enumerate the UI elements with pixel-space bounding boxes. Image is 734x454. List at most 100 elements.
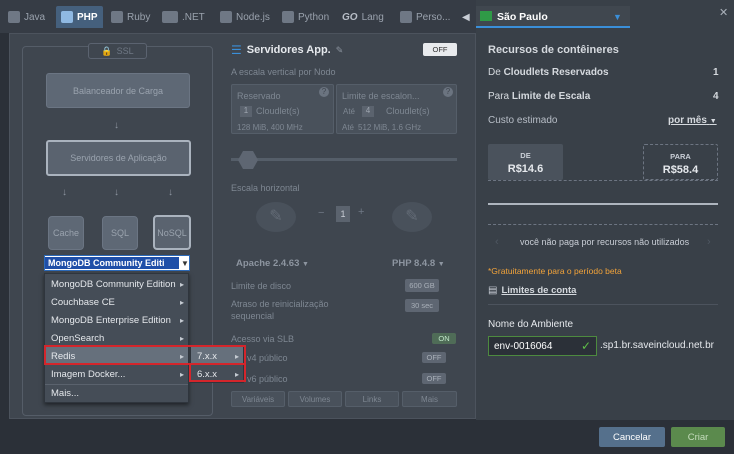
sql-node[interactable]: SQL xyxy=(102,216,138,250)
create-button[interactable]: Criar xyxy=(671,427,725,447)
tab-ruby[interactable]: Ruby xyxy=(111,6,150,28)
php-version-select[interactable]: PHP 8.4.8 ▼ xyxy=(392,258,445,269)
arrow-down-icon: ↓ xyxy=(168,187,173,198)
edit-icon[interactable]: ✎ xyxy=(336,45,344,56)
close-icon[interactable]: ✕ xyxy=(719,6,728,19)
arrow-down-icon: ↓ xyxy=(114,187,119,198)
limit-cloudlets-label: Cloudlet(s) xyxy=(386,106,430,116)
menu-item-more[interactable]: Mais... xyxy=(45,384,188,402)
cost-from-box: DE R$14.6 xyxy=(488,144,563,180)
menu-item-mongodb-enterprise[interactable]: MongoDB Enterprise Edition ▸ xyxy=(45,311,188,329)
cost-line xyxy=(488,203,718,205)
disk-limit-label: Limite de disco xyxy=(231,281,292,291)
tab-dotnet[interactable]: .NET xyxy=(162,6,205,28)
java-icon xyxy=(8,11,20,23)
reserved-cloudlets-label: Cloudlet(s) xyxy=(256,106,300,116)
feather-icon: ✎ xyxy=(256,202,296,232)
account-limits-link[interactable]: ▤ Limites de conta xyxy=(488,285,576,296)
chevron-right-icon: ▸ xyxy=(179,333,184,343)
list-icon: ☰ xyxy=(231,43,242,57)
volumes-button[interactable]: Volumes xyxy=(288,391,342,407)
ipv6-label: v6 público xyxy=(247,374,288,384)
reserved-info: 128 MiB, 400 MHz xyxy=(237,123,303,132)
disk-limit-value[interactable]: 600 GB xyxy=(405,279,439,292)
chevron-down-icon: ▼ xyxy=(709,118,717,125)
tabs-scroll-left-icon[interactable]: ◀ xyxy=(462,6,470,28)
cost-period-select[interactable]: por mês ▼ xyxy=(668,115,717,126)
config-toggle[interactable]: OFF xyxy=(423,43,457,56)
region-select[interactable]: São Paulo ▼ xyxy=(476,6,630,28)
arrow-down-icon: ↓ xyxy=(114,120,119,131)
unused-resources-note: você não paga por recursos não utilizado… xyxy=(520,237,690,247)
resources-title: Recursos de contêineres xyxy=(488,44,619,56)
ipv4-label: v4 público xyxy=(247,353,288,363)
env-domain: .sp1.br.saveincloud.net.br xyxy=(600,340,714,351)
config-title: Servidores App. xyxy=(246,44,331,56)
load-balancer-node[interactable]: Balanceador de Carga xyxy=(46,73,190,108)
config-header: ☰ Servidores App. ✎ xyxy=(231,43,343,57)
limit-info-prefix: Até xyxy=(342,123,355,132)
help-icon[interactable]: ? xyxy=(443,87,453,97)
reserved-label: Reservado xyxy=(237,91,281,101)
decrease-nodes-button[interactable]: − xyxy=(318,207,324,219)
chevron-right-icon: ▸ xyxy=(179,315,184,325)
chevron-left-icon[interactable]: ‹ xyxy=(495,236,499,248)
chevron-right-icon[interactable]: › xyxy=(707,236,711,248)
help-icon[interactable]: ? xyxy=(319,87,329,97)
cancel-button[interactable]: Cancelar xyxy=(599,427,665,447)
cache-node[interactable]: Cache xyxy=(48,216,84,250)
limit-info: 512 MiB, 1.6 GHz xyxy=(358,123,422,132)
tab-custom[interactable]: Perso... xyxy=(400,6,450,28)
tab-java[interactable]: Java xyxy=(8,6,45,28)
reserved-cloudlets-row: De Cloudlets Reservados xyxy=(488,67,609,78)
php-icon xyxy=(61,11,73,23)
menu-item-docker-image[interactable]: Imagem Docker... ▸ xyxy=(45,365,188,383)
reserved-input[interactable]: 1 xyxy=(240,106,252,117)
check-icon: ✓ xyxy=(581,339,592,353)
flag-icon xyxy=(480,11,492,21)
limit-input[interactable]: 4 xyxy=(362,106,374,117)
restart-delay-value[interactable]: 30 sec xyxy=(405,299,439,312)
ipv4-toggle[interactable]: OFF xyxy=(422,352,446,363)
cost-to-box: PARA R$58.4 xyxy=(643,144,718,180)
ruby-icon xyxy=(111,11,123,23)
horizontal-scaling-label: Escala horizontal xyxy=(231,183,300,193)
beta-note: *Gratuitamente para o período beta xyxy=(488,266,622,276)
limit-prefix: Até xyxy=(343,107,356,116)
env-name-input[interactable]: env-0016064 ✓ xyxy=(488,336,597,356)
scaling-limit-value: 4 xyxy=(713,91,719,102)
nosql-stack-select[interactable]: MongoDB Community Editi ▼ xyxy=(44,255,190,271)
tab-nodejs[interactable]: Node.js xyxy=(220,6,270,28)
tab-php[interactable]: PHP xyxy=(56,6,103,28)
arrow-down-icon: ↓ xyxy=(62,187,67,198)
links-button[interactable]: Links xyxy=(345,391,399,407)
env-name-label: Nome do Ambiente xyxy=(488,319,574,330)
chevron-down-icon: ▼ xyxy=(613,12,622,22)
variables-button[interactable]: Variáveis xyxy=(231,391,285,407)
engine-tabs: Java PHP Ruby .NET Node.js Python GO Lang… xyxy=(0,0,476,33)
python-icon xyxy=(282,11,294,23)
tab-go[interactable]: GO Lang xyxy=(342,6,384,28)
restart-delay-label: Atraso de reinicialização xyxy=(231,299,329,309)
menu-item-mongodb-community[interactable]: MongoDB Community Edition ▸ xyxy=(45,275,188,293)
ipv6-toggle[interactable]: OFF xyxy=(422,373,446,384)
restart-delay-label-2: sequencial xyxy=(231,311,275,321)
app-servers-node[interactable]: Servidores de Aplicação xyxy=(46,140,191,176)
chevron-right-icon: ▸ xyxy=(179,297,184,307)
vertical-scaling-label: A escala vertical por Nodo xyxy=(231,67,336,77)
ssl-toggle[interactable]: 🔒 SSL xyxy=(88,43,147,59)
menu-item-couchbase[interactable]: Couchbase CE ▸ xyxy=(45,293,188,311)
reserved-cloudlets-value: 1 xyxy=(713,67,719,78)
apache-version-select[interactable]: Apache 2.4.63 ▼ xyxy=(236,258,309,269)
chevron-down-icon: ▼ xyxy=(302,261,309,268)
go-icon: GO xyxy=(342,11,358,23)
slb-toggle[interactable]: ON xyxy=(432,333,456,344)
custom-icon xyxy=(400,11,412,23)
nosql-node[interactable]: NoSQL xyxy=(153,215,191,250)
tab-python[interactable]: Python xyxy=(282,6,329,28)
cloudlet-slider-track[interactable] xyxy=(231,158,457,161)
node-count-input[interactable]: 1 xyxy=(336,206,350,222)
increase-nodes-button[interactable]: + xyxy=(358,206,364,218)
divider xyxy=(488,304,718,305)
more-button[interactable]: Mais xyxy=(402,391,457,407)
